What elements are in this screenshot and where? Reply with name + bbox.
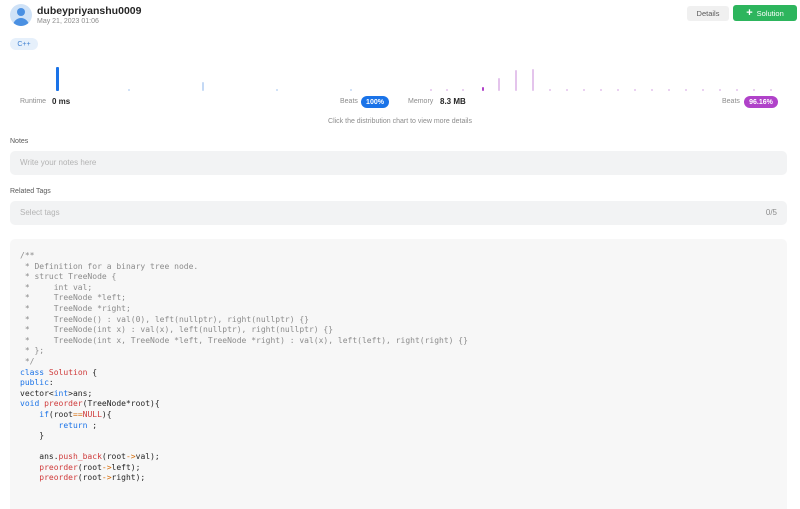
distribution-chart[interactable]	[10, 55, 790, 91]
memory-value: 8.3 MB	[440, 97, 466, 106]
notes-placeholder: Write your notes here	[20, 158, 97, 167]
memory-bar[interactable]	[719, 89, 721, 91]
runtime-bar[interactable]	[350, 89, 352, 91]
memory-bar[interactable]	[668, 89, 670, 91]
memory-bar[interactable]	[770, 89, 772, 91]
memory-bar[interactable]	[753, 89, 755, 91]
memory-bar[interactable]	[498, 78, 500, 91]
runtime-beats-badge: 100%	[361, 96, 389, 108]
memory-bar[interactable]	[685, 89, 687, 91]
memory-bar[interactable]	[515, 70, 517, 91]
memory-bar[interactable]	[430, 89, 432, 91]
memory-bar[interactable]	[702, 89, 704, 91]
memory-bar[interactable]	[566, 89, 568, 91]
memory-bar[interactable]	[617, 89, 619, 91]
submission-header: dubeypriyanshu0009 May 21, 2023 01:06 De…	[10, 4, 797, 30]
memory-bar[interactable]	[462, 89, 464, 91]
runtime-label: Runtime	[20, 98, 47, 105]
runtime-value: 0 ms	[52, 97, 71, 106]
memory-beats-label: Beats	[722, 98, 740, 105]
submission-date: May 21, 2023 01:06	[37, 18, 99, 25]
memory-bar[interactable]	[600, 89, 602, 91]
memory-bar[interactable]	[446, 89, 448, 91]
code-block[interactable]: /** * Definition for a binary tree node.…	[10, 239, 787, 509]
details-button[interactable]: Details	[687, 6, 729, 21]
memory-bar[interactable]	[736, 89, 738, 91]
plus-icon: +	[746, 7, 753, 19]
memory-beats-badge: 96.16%	[744, 96, 778, 108]
memory-bar[interactable]	[634, 89, 636, 91]
memory-bar[interactable]	[651, 89, 653, 91]
username[interactable]: dubeypriyanshu0009	[37, 5, 141, 17]
memory-bar[interactable]	[583, 89, 585, 91]
memory-bar[interactable]	[549, 89, 551, 91]
user-avatar-icon[interactable]	[10, 4, 32, 26]
solution-button[interactable]: + Solution	[733, 5, 797, 21]
runtime-beats-label: Beats	[340, 98, 358, 105]
tags-select[interactable]: Select tags 0/5	[10, 201, 787, 225]
runtime-bar-current[interactable]	[56, 67, 59, 91]
memory-bar[interactable]	[532, 69, 534, 91]
distribution-hint: Click the distribution chart to view mor…	[328, 118, 472, 125]
runtime-bar[interactable]	[276, 89, 278, 91]
tags-placeholder: Select tags	[20, 208, 60, 217]
runtime-bar[interactable]	[128, 89, 130, 91]
notes-input[interactable]: Write your notes here	[10, 151, 787, 175]
memory-label: Memory	[408, 98, 434, 105]
code-text: /** * Definition for a binary tree node.…	[20, 251, 468, 483]
language-tag: C++	[10, 38, 38, 50]
tags-count: 0/5	[765, 208, 777, 217]
related-tags-label: Related Tags	[10, 188, 51, 195]
memory-bar-current[interactable]	[482, 87, 484, 91]
solution-button-label: Solution	[756, 8, 784, 18]
runtime-bar[interactable]	[202, 82, 204, 91]
notes-label: Notes	[10, 138, 29, 145]
